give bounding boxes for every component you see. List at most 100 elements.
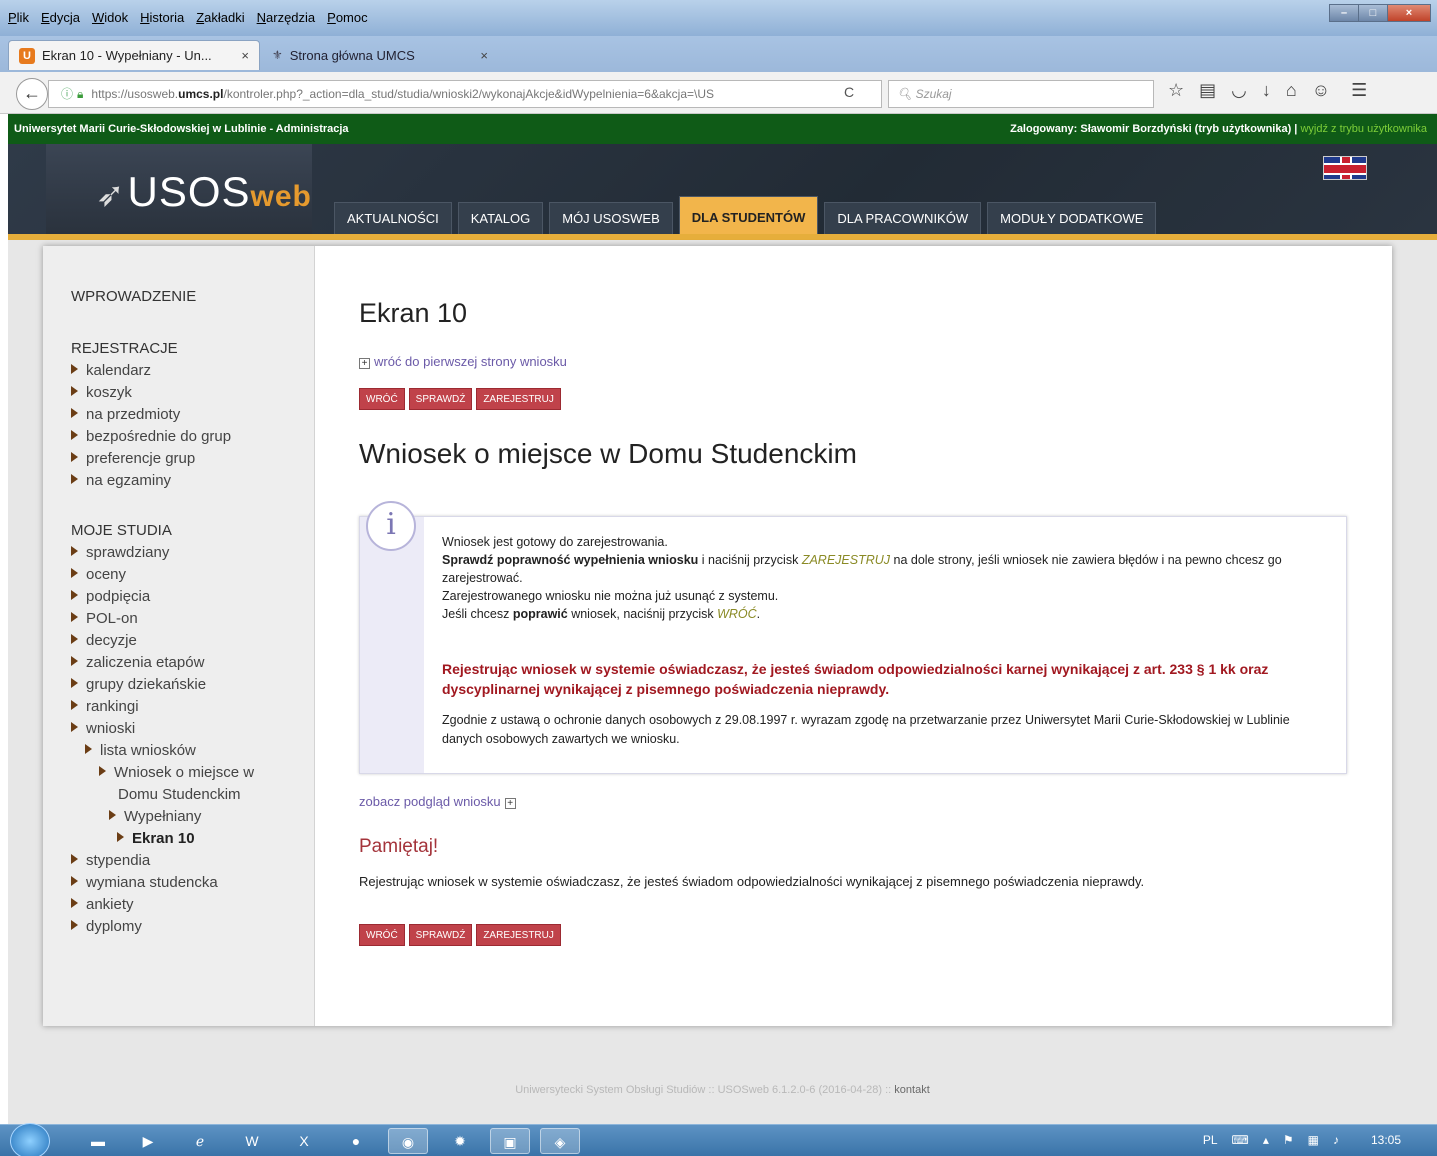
sidebar-item-lista-wnioskow[interactable]: lista wniosków xyxy=(85,742,196,759)
back-arrow-icon[interactable]: ← xyxy=(16,78,48,110)
sidebar-item-pol-on[interactable]: POL-on xyxy=(71,610,138,627)
info-icon[interactable]: ⓘ xyxy=(61,87,73,101)
usos-logo-box[interactable]: ➶USOSweb xyxy=(46,144,312,234)
url-bar[interactable]: ⓘ 🔒︎ https://usosweb.umcs.pl/kontroler.php… xyxy=(48,80,882,108)
sun-app-icon[interactable]: ✹ xyxy=(440,1128,480,1154)
sidebar-item-wymiana[interactable]: wymiana studencka xyxy=(71,874,218,891)
sidebar-item-bezposrednie[interactable]: bezpośrednie do grup xyxy=(71,428,231,445)
close-window-button[interactable]: × xyxy=(1387,4,1431,22)
main-navigation: AKTUALNOŚCI KATALOG MÓJ USOSWEB DLA STUD… xyxy=(334,196,1157,234)
sidebar-item-kalendarz[interactable]: kalendarz xyxy=(71,362,151,379)
sidebar-item-na-egzaminy[interactable]: na egzaminy xyxy=(71,472,171,489)
back-to-first-page-link[interactable]: + wróć do pierwszej strony wniosku xyxy=(359,354,567,369)
network-icon[interactable]: ▦ xyxy=(1308,1133,1319,1147)
pocket-icon[interactable]: ◡ xyxy=(1231,80,1247,101)
bookmarks-library-icon[interactable]: ▤ xyxy=(1199,80,1216,101)
tab-katalog[interactable]: KATALOG xyxy=(457,202,544,234)
menu-plik[interactable]: Plik xyxy=(8,10,29,25)
sidebar-item-grupy-dziekanskie[interactable]: grupy dziekańskie xyxy=(71,676,206,693)
sidebar-item-wniosek-ds[interactable]: Wniosek o miejsce w xyxy=(99,764,254,781)
preview-application-link[interactable]: zobacz podgląd wniosku + xyxy=(359,794,516,809)
hamburger-menu-icon[interactable]: ☰ xyxy=(1351,80,1367,101)
sidebar-item-sprawdziany[interactable]: sprawdziany xyxy=(71,544,169,561)
bullet-icon xyxy=(71,546,78,556)
app-window-icon[interactable]: ▣ xyxy=(490,1128,530,1154)
volume-icon[interactable]: ♪ xyxy=(1333,1133,1339,1147)
internet-explorer-icon[interactable]: ℯ xyxy=(180,1128,220,1154)
tab-ekran-10[interactable]: U Ekran 10 - Wypełniany - Un... × xyxy=(8,40,260,70)
expand-icon: + xyxy=(359,358,370,369)
download-icon[interactable]: ↓ xyxy=(1262,80,1271,101)
action-center-icon[interactable]: ⚑ xyxy=(1283,1133,1294,1147)
sidebar-item-wnioski[interactable]: wnioski xyxy=(71,720,135,737)
keyboard-icon[interactable]: ⌨ xyxy=(1232,1133,1249,1147)
chat-icon[interactable]: ☺ xyxy=(1312,80,1330,101)
show-hidden-icons[interactable]: ▴ xyxy=(1263,1133,1269,1147)
excel-icon[interactable]: X xyxy=(284,1128,324,1154)
exit-user-mode-link[interactable]: wyjdź z trybu użytkownika xyxy=(1300,123,1427,135)
home-icon[interactable]: ⌂ xyxy=(1286,80,1297,101)
menu-edycja[interactable]: Edycja xyxy=(41,10,80,25)
word-icon[interactable]: W xyxy=(232,1128,272,1154)
bullet-icon xyxy=(71,678,78,688)
start-button[interactable] xyxy=(10,1123,50,1156)
tab-strona-glowna[interactable]: ⚜ Strona główna UMCS × xyxy=(262,40,498,70)
tab-label: Strona główna UMCS xyxy=(289,47,415,63)
sidebar-item-oceny[interactable]: oceny xyxy=(71,566,126,583)
explorer-icon[interactable]: ▬ xyxy=(78,1128,118,1154)
menu-pomoc[interactable]: Pomoc xyxy=(327,10,367,25)
wroc-button[interactable]: WRÓĆ xyxy=(359,388,405,410)
sidebar-item-na-przedmioty[interactable]: na przedmioty xyxy=(71,406,180,423)
sidebar-item-ankiety[interactable]: ankiety xyxy=(71,896,134,913)
sprawdz-button[interactable]: SPRAWDŹ xyxy=(408,388,473,410)
sidebar-item-rankingi[interactable]: rankingi xyxy=(71,698,139,715)
sidebar-item-zaliczenia[interactable]: zaliczenia etapów xyxy=(71,654,204,671)
image-viewer-icon[interactable]: ◈ xyxy=(540,1128,580,1154)
bullet-icon xyxy=(71,474,78,484)
maximize-button[interactable]: □ xyxy=(1358,4,1388,22)
zarejestruj-button[interactable]: ZAREJESTRUJ xyxy=(476,388,561,410)
chrome-icon[interactable]: ● xyxy=(336,1128,376,1154)
clock[interactable]: 13:05 xyxy=(1371,1133,1401,1147)
sidebar-item-stypendia[interactable]: stypendia xyxy=(71,852,150,869)
wroc-button[interactable]: WRÓĆ xyxy=(359,924,405,946)
menu-widok[interactable]: Widok xyxy=(92,10,128,25)
kontakt-link[interactable]: kontakt xyxy=(894,1084,929,1096)
tab-moj-usosweb[interactable]: MÓJ USOSWEB xyxy=(549,202,673,234)
media-player-icon[interactable]: ▶ xyxy=(128,1128,168,1154)
usosweb-logo[interactable]: ➶USOSweb xyxy=(96,168,312,216)
sidebar-section-wprowadzenie[interactable]: WPROWADZENIE xyxy=(71,288,196,305)
minimize-button[interactable]: – xyxy=(1329,4,1359,22)
sidebar-item-wniosek-ds-line2[interactable]: Domu Studenckim xyxy=(118,786,241,803)
page-title: Ekran 10 xyxy=(359,298,468,328)
tab-dla-studentow[interactable]: DLA STUDENTÓW xyxy=(678,196,819,234)
page-footer: Uniwersytecki System Obsługi Studiów :: … xyxy=(515,1084,930,1096)
firefox-icon[interactable]: ◉ xyxy=(388,1128,428,1154)
menu-narzedzia[interactable]: Narzędzia xyxy=(257,10,316,25)
tab-dla-pracownikow[interactable]: DLA PRACOWNIKÓW xyxy=(824,202,982,234)
sidebar-item-koszyk[interactable]: koszyk xyxy=(71,384,132,401)
sidebar-section-rejestracje[interactable]: REJESTRACJE xyxy=(71,340,178,357)
sidebar-item-ekran-10[interactable]: Ekran 10 xyxy=(117,830,195,847)
reload-icon[interactable]: C xyxy=(844,84,854,100)
close-tab-icon[interactable]: × xyxy=(480,48,488,63)
sidebar-item-decyzje[interactable]: decyzje xyxy=(71,632,137,649)
remember-heading: Pamiętaj! xyxy=(359,836,439,857)
menu-historia[interactable]: Historia xyxy=(140,10,184,25)
bookmark-star-icon[interactable]: ☆ xyxy=(1168,80,1184,101)
info-check-line: Sprawdź poprawność wypełnienia wniosku i… xyxy=(442,553,1282,585)
zarejestruj-button[interactable]: ZAREJESTRUJ xyxy=(476,924,561,946)
sprawdz-button[interactable]: SPRAWDŹ xyxy=(408,924,473,946)
sidebar-item-podpiecia[interactable]: podpięcia xyxy=(71,588,150,605)
menu-zakladki[interactable]: Zakładki xyxy=(196,10,244,25)
close-tab-icon[interactable]: × xyxy=(241,48,249,63)
sidebar-item-dyplomy[interactable]: dyplomy xyxy=(71,918,142,935)
english-flag-icon[interactable] xyxy=(1323,156,1367,180)
tab-aktualnosci[interactable]: AKTUALNOŚCI xyxy=(334,202,452,234)
language-indicator[interactable]: PL xyxy=(1203,1133,1218,1147)
tab-moduly-dodatkowe[interactable]: MODUŁY DODATKOWE xyxy=(987,202,1157,234)
search-input[interactable]: 🔍︎ Szukaj xyxy=(888,80,1154,108)
sidebar-item-wypelniany[interactable]: Wypełniany xyxy=(109,808,201,825)
sidebar-section-moje-studia[interactable]: MOJE STUDIA xyxy=(71,522,172,539)
sidebar-item-preferencje[interactable]: preferencje grup xyxy=(71,450,195,467)
